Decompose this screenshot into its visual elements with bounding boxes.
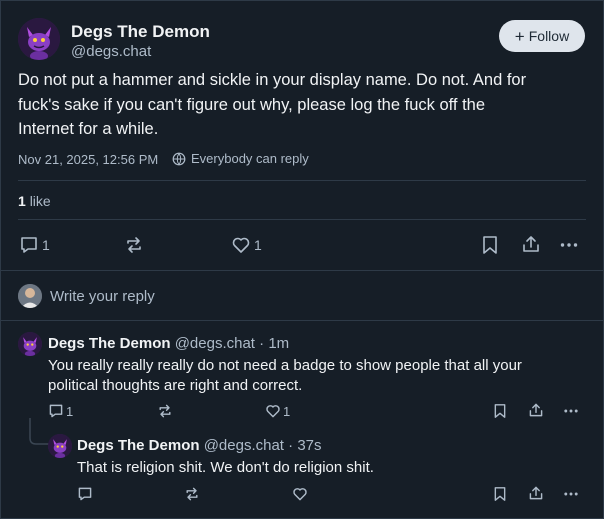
more-button[interactable] [563,486,579,502]
likes-summary[interactable]: 1 like [18,193,51,209]
reply-button[interactable]: 1 [48,403,73,419]
reply-count: 1 [66,403,74,419]
post-text-line: Internet for a while. [18,120,159,138]
like-count: 1 [283,403,291,419]
reply-header: Degs The Demon @degs.chat · 37s [77,437,322,454]
reply-author-handle[interactable]: @degs.chat [175,335,255,352]
heart-icon [232,237,250,253]
avatar-demon-icon [18,18,60,60]
reply-button[interactable]: 1 [19,235,50,255]
more-icon [560,243,578,247]
post-text-line: fuck's sake if you can't figure out why,… [18,96,486,114]
bookmark-icon [483,236,497,254]
like-count: 1 [254,237,262,253]
reply-author-avatar[interactable] [48,434,72,458]
bookmark-icon [494,487,506,501]
bookmark-button[interactable] [493,486,507,502]
reply-age[interactable]: · 37s [288,437,321,454]
author-handle[interactable]: @degs.chat [71,43,151,60]
my-avatar [18,284,42,308]
divider [0,320,604,321]
globe-icon [172,152,186,165]
author-name[interactable]: Degs The Demon [71,22,210,42]
heart-icon [266,405,280,418]
share-icon [529,486,543,500]
post-timestamp[interactable]: Nov 21, 2025, 12:56 PM [18,152,158,167]
post-text-line: Do not put a hammer and sickle in your d… [18,71,527,89]
share-icon [529,403,543,417]
author-avatar[interactable] [18,18,60,60]
reply-text-line: political thoughts are right and correct… [48,377,303,394]
reply-setting[interactable]: Everybody can reply [172,151,309,166]
plus-icon: + [514,26,525,46]
bookmark-button[interactable] [481,235,499,255]
reply-age[interactable]: · 1m [259,335,289,352]
more-button[interactable] [559,235,579,255]
reply-header: Degs The Demon @degs.chat · 1m [48,335,289,352]
share-button[interactable] [528,485,544,501]
repost-icon [186,487,198,501]
repost-icon [159,404,171,418]
reply-input[interactable]: Write your reply [50,288,155,305]
reply-icon [21,237,37,253]
reply-author-name[interactable]: Degs The Demon [77,437,200,454]
bookmark-button[interactable] [493,403,507,419]
more-icon [564,492,578,496]
reply-count: 1 [42,237,50,253]
share-icon [523,236,539,252]
divider [0,270,604,271]
heart-icon [293,488,307,501]
like-button[interactable] [292,486,308,502]
reply-icon [49,404,63,418]
likes-count: 1 [18,193,26,209]
divider [18,180,586,181]
like-button[interactable]: 1 [265,403,290,419]
repost-button[interactable] [157,403,173,419]
reply-author-name[interactable]: Degs The Demon [48,335,171,352]
reply-button[interactable] [77,486,93,502]
more-icon [564,409,578,413]
share-button[interactable] [528,402,544,418]
likes-label: like [29,193,51,209]
reply-icon [78,487,92,501]
follow-button[interactable]: + Follow [499,20,585,52]
avatar-user-icon [18,284,42,308]
more-button[interactable] [563,403,579,419]
reply-author-handle[interactable]: @degs.chat [204,437,284,454]
repost-button[interactable] [124,235,144,255]
share-button[interactable] [521,234,541,254]
reply-author-avatar[interactable] [18,332,42,356]
avatar-demon-icon [18,332,42,356]
repost-button[interactable] [184,486,200,502]
like-button[interactable]: 1 [231,235,262,255]
divider [18,219,586,220]
reply-text-line: You really really really do not need a b… [48,357,522,374]
bookmark-icon [494,404,506,418]
follow-label: Follow [528,28,570,44]
repost-icon [127,237,141,253]
avatar-demon-icon [48,434,72,458]
reply-text-line: That is religion shit. We don't do relig… [77,459,374,476]
reply-setting-label: Everybody can reply [191,151,309,166]
